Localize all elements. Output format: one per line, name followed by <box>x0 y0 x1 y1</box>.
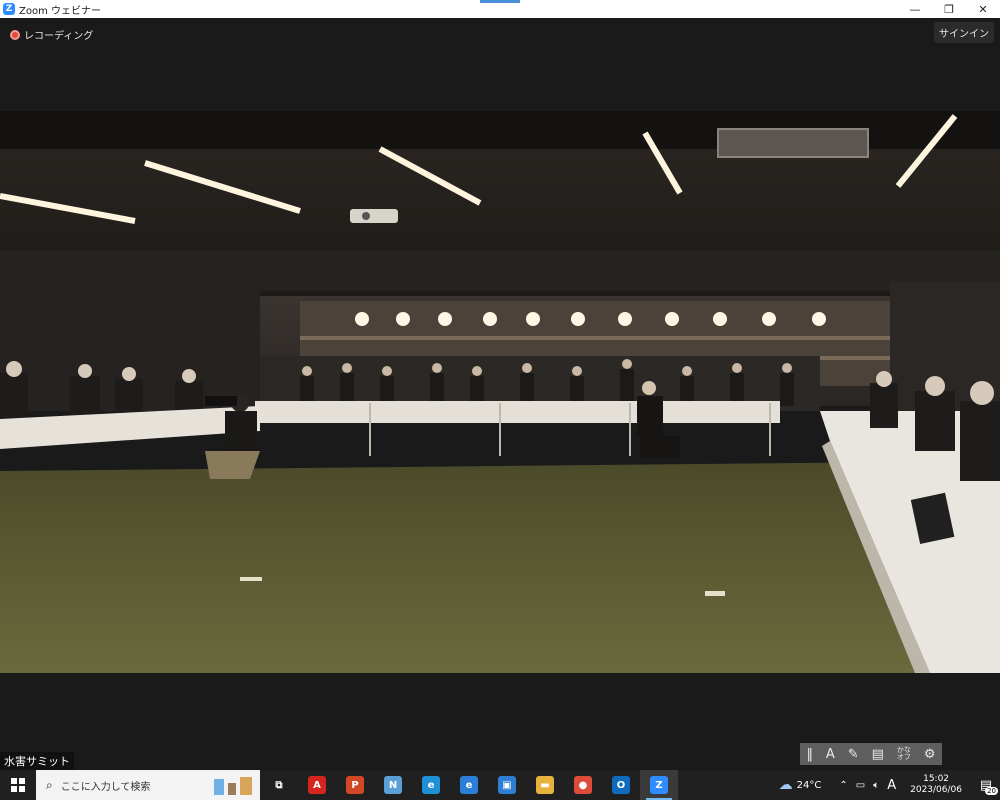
windows-taskbar: ⌕ ここに入力して検索 ⧉ A P Ne e ▣ ▬ ● O Z ☁ 24°C ⌃ ▭ 🔈︎ A … <box>0 770 1000 800</box>
zoom-icon: Z <box>650 776 668 794</box>
start-button[interactable] <box>0 770 36 800</box>
taskbar-app-chrome[interactable]: ● <box>564 770 602 800</box>
notification-center-button[interactable]: ▤ 20 <box>972 770 1000 800</box>
record-icon <box>10 29 20 40</box>
caption-label: 水害サミット <box>0 752 74 770</box>
notepad-icon: N <box>384 776 402 794</box>
chrome-icon: ● <box>574 776 592 794</box>
close-button[interactable]: ✕ <box>966 0 1000 18</box>
taskbar-app-zoom[interactable]: Z <box>640 770 678 800</box>
chevron-up-icon[interactable]: ⌃ <box>839 780 847 791</box>
powerpoint-icon: P <box>346 776 364 794</box>
explorer-icon: ▬ <box>536 776 554 794</box>
pen-icon[interactable]: ✎ <box>848 747 859 762</box>
zoom-app-icon: Z <box>3 3 15 15</box>
temperature-label: 24°C <box>796 779 822 791</box>
search-placeholder: ここに入力して検索 <box>60 781 151 793</box>
ie-icon: e <box>460 776 478 794</box>
search-icon: ⌕ <box>46 777 53 792</box>
weather-widget[interactable]: ☁ 24°C <box>779 777 822 793</box>
taskbar-app-outlook[interactable]: O <box>602 770 640 800</box>
ime-toolbar: ‖ A ✎ ▤ かな オフ ⚙ <box>800 743 942 765</box>
recording-indicator[interactable]: レコーディング <box>10 27 93 42</box>
taskbar-app-notepad[interactable]: N <box>374 770 412 800</box>
speaker-icon[interactable]: 🔈︎ <box>873 780 879 791</box>
minimize-button[interactable]: — <box>898 0 932 18</box>
taskbar-app-task-view[interactable]: ⧉ <box>260 770 298 800</box>
edge-icon: e <box>422 776 440 794</box>
outlook-icon: O <box>612 776 630 794</box>
taskbar-app-explorer[interactable]: ▬ <box>526 770 564 800</box>
window-title: Zoom ウェビナー <box>19 5 102 17</box>
window-titlebar: Z Zoom ウェビナー — ❐ ✕ <box>0 0 1000 18</box>
clock-time: 15:02 <box>923 774 950 784</box>
cloud-icon: ☁ <box>778 777 793 793</box>
search-highlight-icon <box>214 777 252 795</box>
signin-button[interactable]: サインイン <box>934 22 994 43</box>
clock-date: 2023/06/06 <box>910 785 962 795</box>
taskbar-app-edge[interactable]: e <box>412 770 450 800</box>
windows-logo-icon <box>11 778 25 792</box>
toolbar-grip-icon[interactable]: ‖ <box>806 747 813 762</box>
taskbar-search-box[interactable]: ⌕ ここに入力して検索 <box>36 770 260 800</box>
video-feed <box>0 111 1000 673</box>
taskbar-app-acrobat[interactable]: A <box>298 770 336 800</box>
taskbar-app-store[interactable]: ▣ <box>488 770 526 800</box>
maximize-button[interactable]: ❐ <box>932 0 966 18</box>
kana-off-toggle[interactable]: かな オフ <box>897 747 911 761</box>
ime-mode-indicator[interactable]: A <box>887 778 896 793</box>
zoom-webinar-area: レコーディング サインイン 水害サミット ‖ A ✎ ▤ かな オフ ⚙ <box>0 18 1000 770</box>
settings-icon[interactable]: ⚙ <box>924 747 936 762</box>
notification-count-badge: 20 <box>985 787 998 795</box>
taskbar-app-powerpoint[interactable]: P <box>336 770 374 800</box>
acrobat-icon: A <box>308 776 326 794</box>
system-tray: ☁ 24°C ⌃ ▭ 🔈︎ A 15:02 2023/06/06 ▤ 20 <box>779 770 1000 800</box>
taskbar-app-ie[interactable]: e <box>450 770 488 800</box>
dictionary-icon[interactable]: ▤ <box>872 747 884 762</box>
text-tool-icon[interactable]: A <box>826 747 835 762</box>
kana-bottom-label: オフ <box>896 753 911 761</box>
title-drag-indicator <box>480 0 520 3</box>
recording-label: レコーディング <box>24 31 94 42</box>
store-icon: ▣ <box>498 776 516 794</box>
task-view-icon: ⧉ <box>270 776 288 794</box>
network-icon[interactable]: ▭ <box>856 780 865 791</box>
clock[interactable]: 15:02 2023/06/06 <box>910 774 962 796</box>
